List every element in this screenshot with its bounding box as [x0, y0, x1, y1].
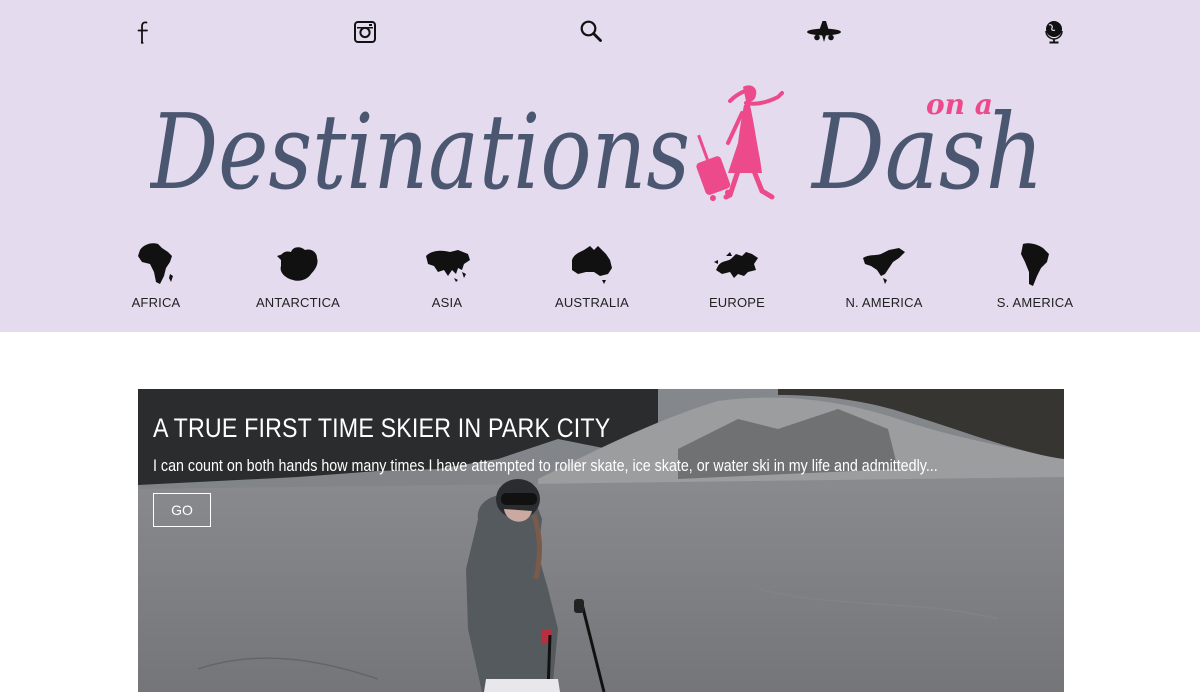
continent-label: N. AMERICA — [845, 295, 923, 310]
continent-label: EUROPE — [708, 295, 766, 310]
south-america-map-icon — [1021, 243, 1049, 286]
site-header: Destinations on a Dash AFRICA ANTARCTICA… — [0, 0, 1200, 332]
continent-label: ASIA — [431, 295, 463, 310]
featured-post-excerpt: I can count on both hands how many times… — [153, 456, 938, 475]
instagram-icon[interactable] — [353, 20, 377, 44]
search-icon[interactable] — [579, 19, 603, 43]
asia-map-icon — [426, 250, 470, 282]
nav-continent-antarctica[interactable]: ANTARCTICA — [238, 240, 358, 320]
australia-map-icon — [572, 246, 612, 284]
svg-text:Dash: Dash — [810, 91, 1044, 206]
nav-continent-africa[interactable]: AFRICA — [96, 240, 216, 320]
featured-go-button[interactable]: GO — [153, 493, 211, 527]
africa-map-icon — [138, 243, 173, 284]
north-america-map-icon — [863, 248, 905, 284]
continent-label: AFRICA — [131, 295, 181, 310]
nav-continent-n-america[interactable]: N. AMERICA — [824, 240, 944, 320]
facebook-icon[interactable] — [134, 19, 154, 45]
featured-post-title[interactable]: A TRUE FIRST TIME SKIER IN PARK CITY — [153, 413, 610, 444]
nav-continent-europe[interactable]: EUROPE — [677, 240, 797, 320]
nav-continent-asia[interactable]: ASIA — [387, 240, 507, 320]
airplane-icon[interactable] — [805, 18, 843, 44]
europe-map-icon — [714, 252, 758, 278]
continent-label: ANTARCTICA — [255, 295, 341, 310]
nav-continent-australia[interactable]: AUSTRALIA — [532, 240, 652, 320]
nav-continent-s-america[interactable]: S. AMERICA — [975, 240, 1095, 320]
antarctica-map-icon — [277, 247, 318, 281]
featured-post[interactable]: A TRUE FIRST TIME SKIER IN PARK CITY I c… — [138, 389, 1064, 692]
svg-text:Destinations: Destinations — [150, 91, 690, 206]
globe-icon[interactable] — [1043, 19, 1065, 45]
traveler-figure-icon — [696, 85, 784, 202]
site-logo[interactable]: Destinations on a Dash — [150, 78, 1050, 206]
continent-label: AUSTRALIA — [554, 295, 630, 310]
continent-label: S. AMERICA — [996, 295, 1074, 310]
